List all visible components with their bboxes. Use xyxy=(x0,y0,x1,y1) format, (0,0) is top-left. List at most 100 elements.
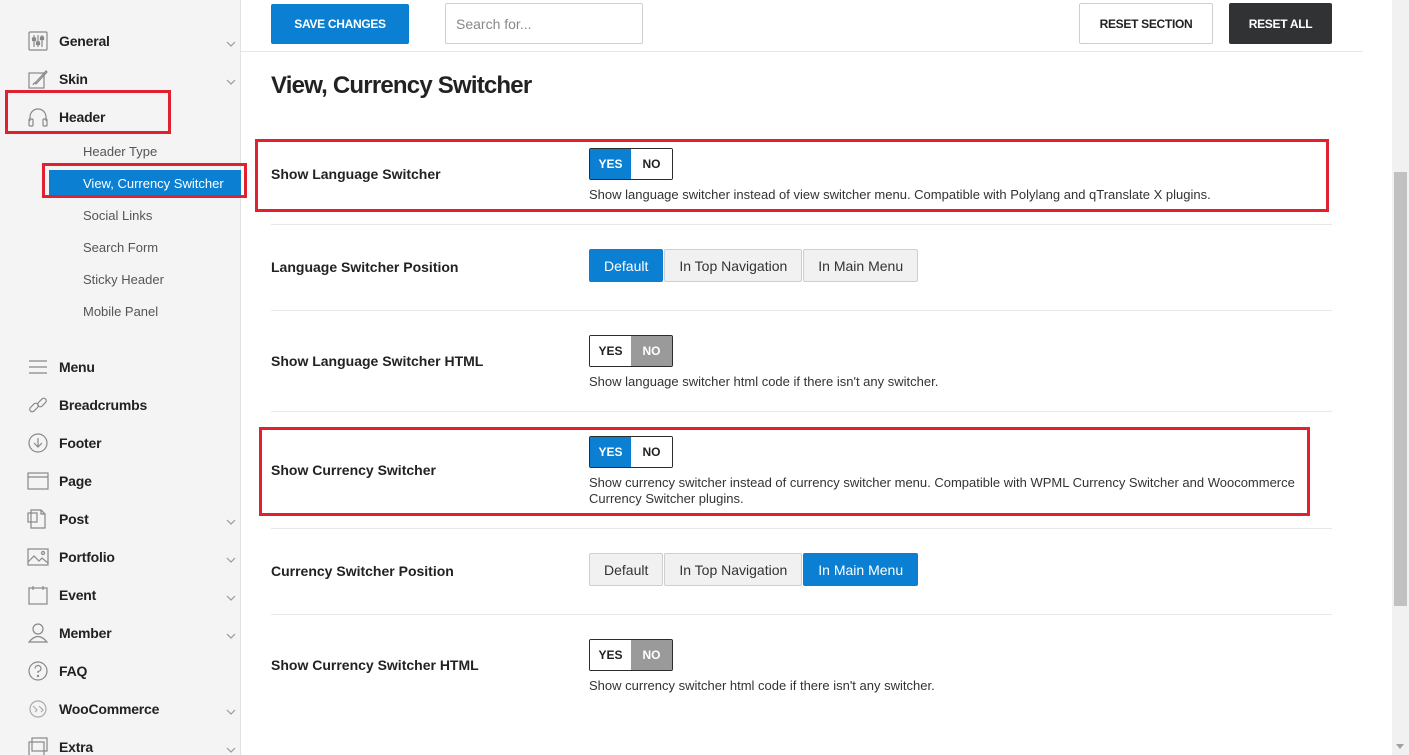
setting-description: Show currency switcher instead of curren… xyxy=(589,475,1295,506)
option-default[interactable]: Default xyxy=(589,553,664,586)
option-in-main-menu[interactable]: In Main Menu xyxy=(803,553,919,586)
sidebar-item-skin[interactable]: Skin xyxy=(0,64,241,94)
sidebar-item-label: Event xyxy=(59,587,97,603)
chevron-down-icon xyxy=(226,36,236,47)
divider xyxy=(271,614,1332,615)
image-icon xyxy=(27,546,49,568)
sidebar-item-label: Footer xyxy=(59,435,102,451)
chevron-down-icon xyxy=(226,590,236,601)
option-in-top-navigation[interactable]: In Top Navigation xyxy=(664,249,803,282)
toggle-no[interactable]: NO xyxy=(631,437,672,467)
extra-icon xyxy=(27,736,49,755)
woocommerce-icon xyxy=(27,698,49,720)
headphones-icon xyxy=(27,106,49,128)
sidebar-item-breadcrumbs[interactable]: Breadcrumbs xyxy=(0,390,241,420)
sidebar-item-label: Breadcrumbs xyxy=(59,397,148,413)
sidebar-item-label: Portfolio xyxy=(59,549,115,565)
save-button[interactable]: SAVE CHANGES xyxy=(271,4,409,44)
search-input[interactable] xyxy=(445,3,643,44)
setting-label: Show Language Switcher xyxy=(271,166,441,182)
calendar-icon xyxy=(27,584,49,606)
sidebar-item-faq[interactable]: FAQ xyxy=(0,656,241,686)
sidebar-item-portfolio[interactable]: Portfolio xyxy=(0,542,241,572)
option-default[interactable]: Default xyxy=(589,249,664,282)
setting-description: Show language switcher instead of view s… xyxy=(589,187,1211,202)
chevron-down-icon xyxy=(226,74,236,85)
sidebar-subitem-label: Sticky Header xyxy=(83,271,164,287)
option-in-top-navigation[interactable]: In Top Navigation xyxy=(664,553,803,586)
brush-icon xyxy=(27,68,49,90)
language-switcher-html-toggle[interactable]: YES NO xyxy=(589,335,673,367)
sidebar-item-footer[interactable]: Footer xyxy=(0,428,241,458)
sidebar-item-label: Skin xyxy=(59,71,88,87)
browser-icon xyxy=(27,470,49,492)
sidebar-item-menu[interactable]: Menu xyxy=(0,352,241,382)
chevron-down-icon xyxy=(226,514,236,525)
language-switcher-toggle[interactable]: YES NO xyxy=(589,148,673,180)
sidebar-subitem-mobile-panel[interactable]: Mobile Panel xyxy=(49,298,241,324)
sidebar-item-label: Header xyxy=(59,109,106,125)
sidebar-subitem-label: Mobile Panel xyxy=(83,303,159,319)
divider xyxy=(271,224,1332,225)
sidebar-item-post[interactable]: Post xyxy=(0,504,241,534)
page-title: View, Currency Switcher xyxy=(271,72,532,99)
sidebar-subitem-sticky-header[interactable]: Sticky Header xyxy=(49,266,241,292)
sidebar-subitem-header-type[interactable]: Header Type xyxy=(49,138,241,164)
chevron-down-icon xyxy=(226,704,236,715)
setting-description: Show currency switcher html code if ther… xyxy=(589,678,935,693)
sidebar-item-extra[interactable]: Extra xyxy=(0,732,241,755)
sidebar-subitem-label: View, Currency Switcher xyxy=(83,175,224,191)
scrollbar-thumb[interactable] xyxy=(1394,172,1407,606)
sidebar-subitem-label: Search Form xyxy=(83,239,159,255)
sidebar-item-label: Extra xyxy=(59,739,94,755)
setting-label: Currency Switcher Position xyxy=(271,563,454,579)
option-in-main-menu[interactable]: In Main Menu xyxy=(803,249,919,282)
setting-description: Show language switcher html code if ther… xyxy=(589,374,939,389)
sidebar-item-label: Post xyxy=(59,511,89,527)
reset-all-button[interactable]: RESET ALL xyxy=(1229,3,1332,44)
sidebar-subitem-label: Social Links xyxy=(83,207,153,223)
toggle-no[interactable]: NO xyxy=(631,149,672,179)
setting-label: Language Switcher Position xyxy=(271,259,459,275)
chevron-down-icon xyxy=(226,628,236,639)
sidebar-item-label: FAQ xyxy=(59,663,88,679)
document-icon xyxy=(27,508,49,530)
toggle-no[interactable]: NO xyxy=(631,336,672,366)
chevron-down-icon xyxy=(226,742,236,753)
currency-switcher-position-group: Default In Top Navigation In Main Menu xyxy=(589,553,919,586)
toggle-yes[interactable]: YES xyxy=(590,149,631,179)
question-icon xyxy=(27,660,49,682)
sidebar-subitem-search-form[interactable]: Search Form xyxy=(49,234,241,260)
menu-icon xyxy=(27,356,49,378)
sidebar-item-header[interactable]: Header xyxy=(0,102,241,132)
sidebar-item-general[interactable]: General xyxy=(0,26,241,56)
toggle-yes[interactable]: YES xyxy=(590,336,631,366)
sidebar-item-member[interactable]: Member xyxy=(0,618,241,648)
user-icon xyxy=(27,622,49,644)
sliders-icon xyxy=(27,30,49,52)
scroll-down-arrow-icon[interactable] xyxy=(1396,744,1404,749)
reset-section-button[interactable]: RESET SECTION xyxy=(1079,3,1213,44)
sidebar-item-event[interactable]: Event xyxy=(0,580,241,610)
currency-switcher-html-toggle[interactable]: YES NO xyxy=(589,639,673,671)
sidebar-item-page[interactable]: Page xyxy=(0,466,241,496)
sidebar-item-woocommerce[interactable]: WooCommerce xyxy=(0,694,241,724)
toggle-yes[interactable]: YES xyxy=(590,640,631,670)
divider xyxy=(271,310,1332,311)
chevron-down-icon xyxy=(226,552,236,563)
arrow-down-circle-icon xyxy=(27,432,49,454)
link-icon xyxy=(27,394,49,416)
setting-label: Show Language Switcher HTML xyxy=(271,353,484,369)
sidebar-subitem-view-currency-switcher[interactable]: View, Currency Switcher xyxy=(49,170,241,196)
sidebar-item-label: WooCommerce xyxy=(59,701,160,717)
language-switcher-position-group: Default In Top Navigation In Main Menu xyxy=(589,249,919,282)
toggle-no[interactable]: NO xyxy=(631,640,672,670)
sidebar-item-label: Menu xyxy=(59,359,95,375)
sidebar-subitem-social-links[interactable]: Social Links xyxy=(49,202,241,228)
toggle-yes[interactable]: YES xyxy=(590,437,631,467)
sidebar-item-label: Member xyxy=(59,625,112,641)
divider xyxy=(271,528,1332,529)
sidebar-item-label: General xyxy=(59,33,110,49)
currency-switcher-toggle[interactable]: YES NO xyxy=(589,436,673,468)
divider xyxy=(271,411,1332,412)
